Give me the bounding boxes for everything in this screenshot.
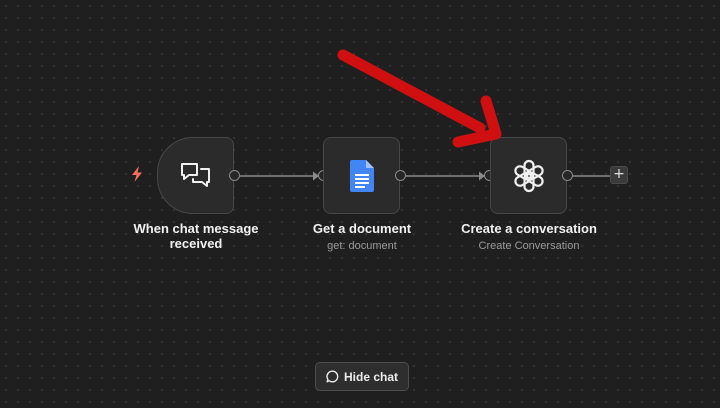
connection-2 [406,171,485,181]
node-chat-trigger[interactable] [157,137,234,214]
chat-bubbles-icon [180,162,210,187]
node-get-document-output-port[interactable] [395,170,406,181]
node-get-document[interactable] [323,137,400,214]
node-create-conversation-subtitle: Create Conversation [478,240,580,252]
node-chat-trigger-output-port[interactable] [229,170,240,181]
node-get-document-title: Get a document [312,221,412,236]
node-chat-trigger-title: When chat message received [111,221,281,251]
lightning-bolt-icon [132,166,142,182]
node-chat-trigger-title-line1: When chat message [133,221,259,236]
hide-chat-label: Hide chat [343,369,398,384]
node-chat-trigger-title-line2: received [169,236,223,251]
chat-bubble-icon [326,370,339,383]
node-create-conversation-output-port[interactable] [562,170,573,181]
google-docs-icon [349,159,374,192]
node-create-conversation[interactable] [490,137,567,214]
add-node-button[interactable]: + [610,166,628,184]
connection-1 [240,171,319,181]
workflow-canvas[interactable]: When chat message received Get a documen… [0,0,720,408]
node-get-document-subtitle: get: document [327,240,397,252]
openai-icon [513,159,544,192]
hide-chat-button[interactable]: Hide chat [315,362,409,391]
node-create-conversation-title: Create a conversation [461,221,597,236]
